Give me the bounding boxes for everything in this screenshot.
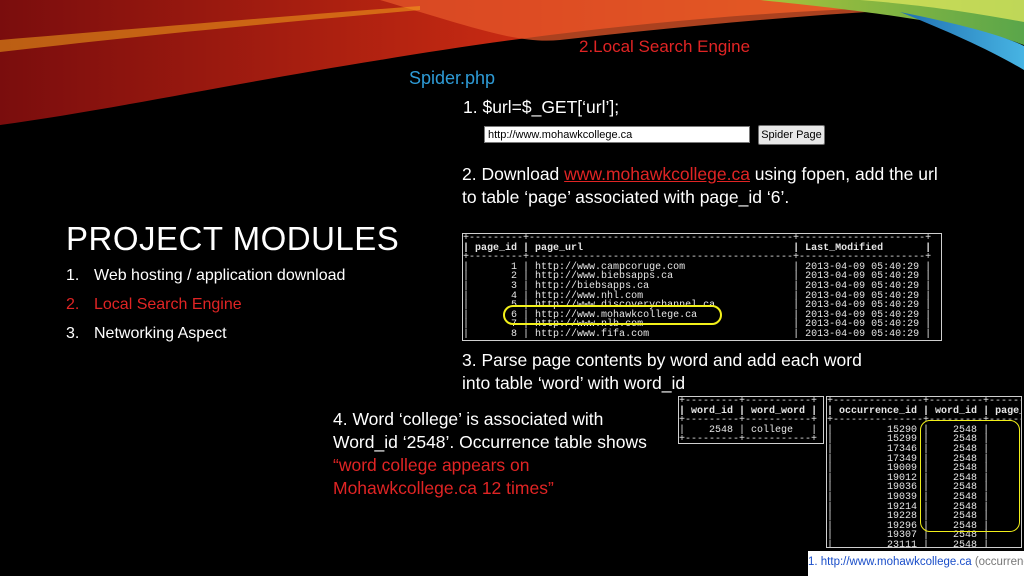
project-modules-title: PROJECT MODULES xyxy=(66,220,400,257)
module-number: 2. xyxy=(66,296,80,313)
module-label: Local Search Engine xyxy=(94,296,242,313)
module-label: Web hosting / application download xyxy=(94,267,346,284)
table-cell: 2548 xyxy=(929,539,984,548)
highlight-occurrence-rows xyxy=(920,420,1020,532)
section-title: 2.Local Search Engine xyxy=(579,37,751,56)
highlight-mohawk-row xyxy=(503,305,722,325)
module-label: Networking Aspect xyxy=(94,325,227,342)
search-result-line: 1. http://www.mohawkcollege.ca (occurren… xyxy=(808,556,1024,568)
step-2-prefix: 2. Download xyxy=(462,164,565,184)
spider-form: http://www.mohawkcollege.ca Spider Page xyxy=(484,125,827,147)
step-2-text: 2. Download www.mohawkcollege.ca using f… xyxy=(462,163,952,209)
spider-page-button[interactable]: Spider Page xyxy=(758,125,825,145)
table-row: | 23111 | 2548 | 7 | xyxy=(827,539,1021,548)
file-title: Spider.php xyxy=(409,68,496,88)
module-item-active: 2. Local Search Engine xyxy=(66,295,356,314)
mohawk-link[interactable]: www.mohawkcollege.ca xyxy=(564,164,750,184)
search-result-link[interactable]: 1. http://www.mohawkcollege.ca xyxy=(808,556,972,568)
search-result-occurrences: (occurrences: 12) xyxy=(974,556,1024,568)
module-item: 1. Web hosting / application download xyxy=(66,266,356,285)
word-table-screenshot: +---------+-----------+ | word_id | word_… xyxy=(678,396,824,444)
module-number: 3. xyxy=(66,325,80,342)
table-cell: 23111 xyxy=(833,539,924,548)
step-4-text: 4. Word ‘college’ is associated with Wor… xyxy=(333,408,673,500)
modules-list: 1. Web hosting / application download 2. L… xyxy=(66,266,356,353)
url-input[interactable]: http://www.mohawkcollege.ca xyxy=(484,126,750,143)
step-4-prefix: 4. Word ‘college’ is associated with Wor… xyxy=(333,409,647,452)
table-cell: 7 xyxy=(989,540,1021,547)
module-number: 1. xyxy=(66,267,80,284)
search-result-snippet: 1. http://www.mohawkcollege.ca (occurren… xyxy=(808,551,1024,576)
step-3-text: 3. Parse page contents by word and add e… xyxy=(462,350,862,393)
table-border: +---------+-----------------------------… xyxy=(463,339,941,340)
step-1-text: 1. $url=$_GET[‘url’]; xyxy=(463,97,620,117)
table-border: +---------+-----------+ xyxy=(679,434,818,444)
module-item: 3. Networking Aspect xyxy=(66,324,356,343)
step-4-highlight: “word college appears on Mohawkcollege.c… xyxy=(333,455,554,498)
